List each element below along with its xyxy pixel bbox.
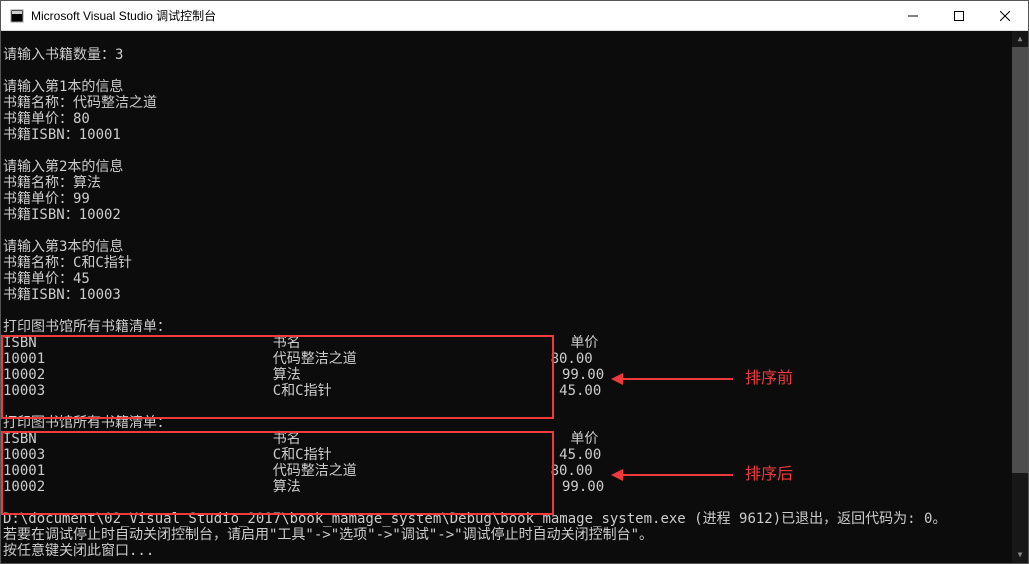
minimize-button[interactable] (890, 1, 936, 30)
window-title: Microsoft Visual Studio 调试控制台 (31, 7, 216, 24)
scrollbar-thumb[interactable] (1012, 47, 1028, 473)
app-icon (9, 8, 25, 24)
console-text: 请输入书籍数量：3 请输入第1本的信息 书籍名称：代码整洁之道 书籍单价：80 … (3, 31, 1028, 563)
debug-console-window: Microsoft Visual Studio 调试控制台 请输入书籍数量：3 … (0, 0, 1029, 564)
maximize-button[interactable] (936, 1, 982, 30)
scrollbar-up-icon[interactable]: ▲ (1012, 31, 1028, 47)
close-button[interactable] (982, 1, 1028, 30)
scrollbar-down-icon[interactable]: ▼ (1012, 547, 1028, 563)
console-area[interactable]: 请输入书籍数量：3 请输入第1本的信息 书籍名称：代码整洁之道 书籍单价：80 … (1, 31, 1028, 563)
window-controls (890, 1, 1028, 30)
vertical-scrollbar[interactable]: ▲ ▼ (1012, 31, 1028, 563)
titlebar[interactable]: Microsoft Visual Studio 调试控制台 (1, 1, 1028, 31)
